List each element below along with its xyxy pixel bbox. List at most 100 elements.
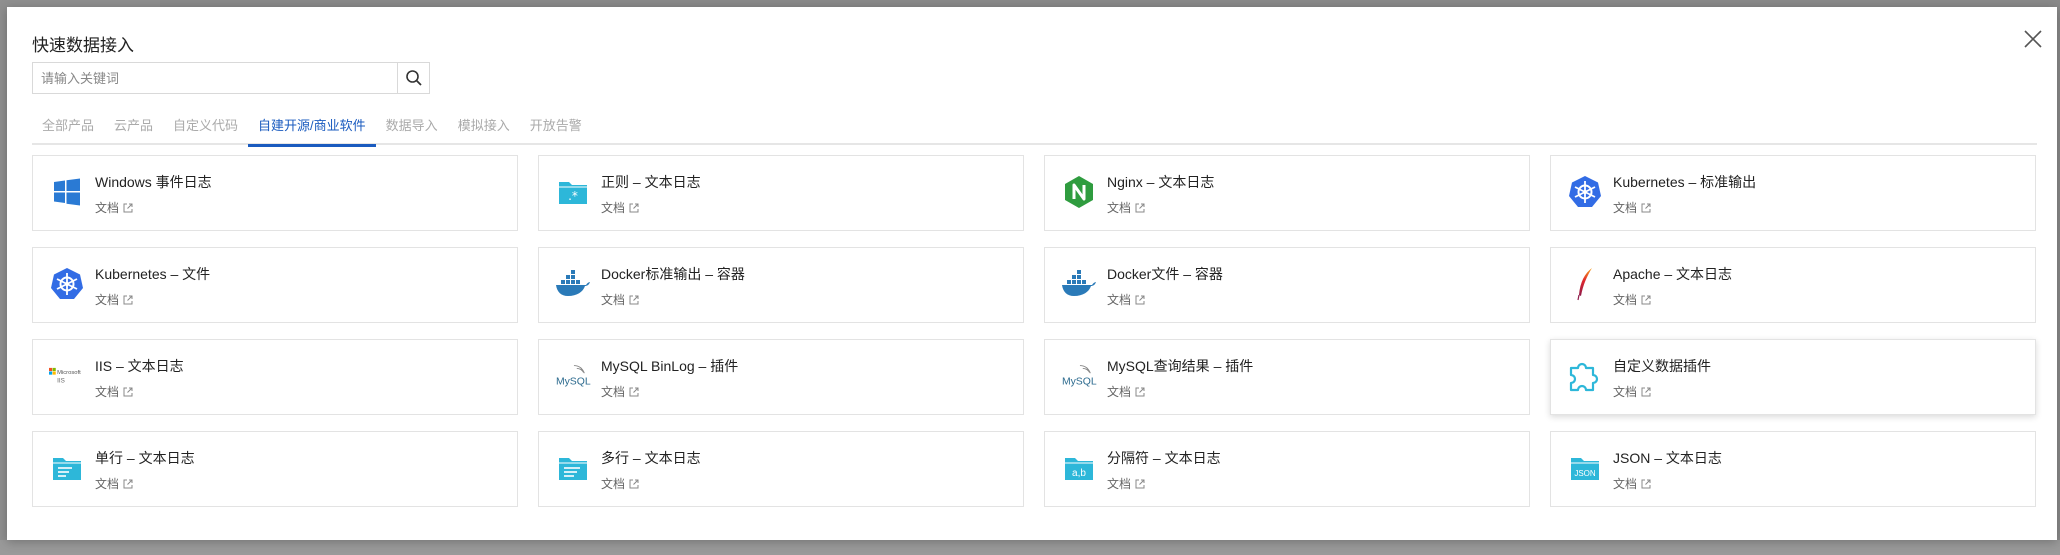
tab-cloud-products[interactable]: 云产品 xyxy=(104,115,163,145)
doc-link[interactable]: 文档 xyxy=(1107,291,1145,308)
delimiter-folder-icon: a,b xyxy=(1061,450,1097,486)
card-title: 单行 – 文本日志 xyxy=(95,450,195,466)
quick-data-access-modal: 快速数据接入 全部产品 云产品 自定义代码 自建开源/商业软件 数据导入 模拟接… xyxy=(7,7,2057,540)
doc-link[interactable]: 文档 xyxy=(1613,199,1651,216)
svg-text:MySQL: MySQL xyxy=(556,377,591,388)
svg-text:JSON: JSON xyxy=(1574,469,1596,478)
doc-link[interactable]: 文档 xyxy=(1107,475,1145,492)
close-button[interactable] xyxy=(2019,25,2047,53)
tab-open-alerts[interactable]: 开放告警 xyxy=(520,115,592,145)
tab-self-built-software[interactable]: 自建开源/商业软件 xyxy=(248,115,376,147)
card-mysql-query-plugin[interactable]: MySQL MySQL查询结果 – 插件 文档 xyxy=(1044,339,1530,415)
doc-link[interactable]: 文档 xyxy=(1107,199,1145,216)
external-link-icon xyxy=(629,295,639,304)
background-page-bottom xyxy=(0,540,2060,555)
doc-link[interactable]: 文档 xyxy=(95,383,133,400)
search-box xyxy=(32,62,430,94)
tab-custom-code[interactable]: 自定义代码 xyxy=(163,115,248,145)
svg-text:IIS: IIS xyxy=(57,377,65,384)
card-kubernetes-stdout[interactable]: Kubernetes – 标准输出 文档 xyxy=(1550,155,2036,231)
doc-link-label: 文档 xyxy=(95,201,120,215)
single-line-folder-icon xyxy=(49,450,85,486)
external-link-icon xyxy=(1135,387,1145,396)
mysql-icon: MySQL xyxy=(1061,358,1097,394)
regex-folder-icon: .* xyxy=(555,174,591,210)
external-link-icon xyxy=(1641,479,1651,488)
apache-feather-icon xyxy=(1567,266,1603,302)
doc-link-label: 文档 xyxy=(1613,385,1638,399)
doc-link-label: 文档 xyxy=(1107,293,1132,307)
nginx-icon xyxy=(1061,174,1097,210)
card-title: Apache – 文本日志 xyxy=(1613,266,1733,282)
card-apache-text-log[interactable]: Apache – 文本日志 文档 xyxy=(1550,247,2036,323)
card-custom-data-plugin[interactable]: 自定义数据插件 文档 xyxy=(1550,339,2036,415)
external-link-icon xyxy=(123,295,133,304)
external-link-icon xyxy=(1135,295,1145,304)
card-title: 自定义数据插件 xyxy=(1613,358,1711,374)
svg-text:.*: .* xyxy=(568,189,578,203)
tab-all-products[interactable]: 全部产品 xyxy=(32,115,104,145)
card-title: MySQL BinLog – 插件 xyxy=(601,358,739,374)
card-title: Docker标准输出 – 容器 xyxy=(601,266,745,282)
kubernetes-icon xyxy=(49,266,85,302)
doc-link-label: 文档 xyxy=(1107,201,1132,215)
card-single-line-text-log[interactable]: 单行 – 文本日志 文档 xyxy=(32,431,518,507)
doc-link-label: 文档 xyxy=(1107,385,1132,399)
external-link-icon xyxy=(1641,203,1651,212)
puzzle-plugin-icon xyxy=(1567,358,1603,394)
doc-link[interactable]: 文档 xyxy=(95,291,133,308)
svg-text:a,b: a,b xyxy=(1072,468,1086,479)
card-regex-text-log[interactable]: .* 正则 – 文本日志 文档 xyxy=(538,155,1024,231)
doc-link-label: 文档 xyxy=(1613,477,1638,491)
kubernetes-icon xyxy=(1567,174,1603,210)
close-icon xyxy=(2024,30,2042,48)
card-title: Docker文件 – 容器 xyxy=(1107,266,1223,282)
card-title: Windows 事件日志 xyxy=(95,174,212,190)
card-iis-text-log[interactable]: Microsoft IIS IIS – 文本日志 文档 xyxy=(32,339,518,415)
card-docker-file[interactable]: Docker文件 – 容器 文档 xyxy=(1044,247,1530,323)
doc-link[interactable]: 文档 xyxy=(95,199,133,216)
card-title: IIS – 文本日志 xyxy=(95,358,184,374)
multi-line-folder-icon xyxy=(555,450,591,486)
tab-data-import[interactable]: 数据导入 xyxy=(376,115,448,145)
card-delimiter-text-log[interactable]: a,b 分隔符 – 文本日志 文档 xyxy=(1044,431,1530,507)
external-link-icon xyxy=(123,203,133,212)
tab-simulated-access[interactable]: 模拟接入 xyxy=(448,115,520,145)
card-json-text-log[interactable]: JSON JSON – 文本日志 文档 xyxy=(1550,431,2036,507)
card-mysql-binlog-plugin[interactable]: MySQL MySQL BinLog – 插件 文档 xyxy=(538,339,1024,415)
doc-link[interactable]: 文档 xyxy=(601,383,639,400)
doc-link[interactable]: 文档 xyxy=(1107,383,1145,400)
doc-link[interactable]: 文档 xyxy=(1613,291,1651,308)
card-kubernetes-file[interactable]: Kubernetes – 文件 文档 xyxy=(32,247,518,323)
card-title: Kubernetes – 文件 xyxy=(95,266,211,282)
doc-link-label: 文档 xyxy=(1613,201,1638,215)
modal-title: 快速数据接入 xyxy=(32,36,134,55)
search-icon xyxy=(405,70,422,86)
doc-link[interactable]: 文档 xyxy=(601,199,639,216)
integration-card-grid: Windows 事件日志 文档 .* 正则 – 文本日志 文档 Nginx – … xyxy=(32,155,2037,507)
doc-link[interactable]: 文档 xyxy=(601,291,639,308)
external-link-icon xyxy=(123,479,133,488)
microsoft-iis-icon: Microsoft IIS xyxy=(49,358,85,394)
external-link-icon xyxy=(1641,295,1651,304)
svg-text:Microsoft: Microsoft xyxy=(57,370,81,376)
card-title: Nginx – 文本日志 xyxy=(1107,174,1215,190)
card-title: 正则 – 文本日志 xyxy=(601,174,701,190)
doc-link[interactable]: 文档 xyxy=(601,475,639,492)
doc-link[interactable]: 文档 xyxy=(95,475,133,492)
svg-text:MySQL: MySQL xyxy=(1062,377,1097,388)
card-windows-event-log[interactable]: Windows 事件日志 文档 xyxy=(32,155,518,231)
external-link-icon xyxy=(629,387,639,396)
search-button[interactable] xyxy=(397,63,429,93)
card-nginx-text-log[interactable]: Nginx – 文本日志 文档 xyxy=(1044,155,1530,231)
doc-link-label: 文档 xyxy=(1613,293,1638,307)
card-docker-stdout[interactable]: Docker标准输出 – 容器 文档 xyxy=(538,247,1024,323)
json-folder-icon: JSON xyxy=(1567,450,1603,486)
doc-link-label: 文档 xyxy=(95,477,120,491)
search-input[interactable] xyxy=(33,63,397,93)
card-title: JSON – 文本日志 xyxy=(1613,450,1722,466)
doc-link[interactable]: 文档 xyxy=(1613,383,1651,400)
card-multi-line-text-log[interactable]: 多行 – 文本日志 文档 xyxy=(538,431,1024,507)
external-link-icon xyxy=(1135,203,1145,212)
doc-link[interactable]: 文档 xyxy=(1613,475,1651,492)
